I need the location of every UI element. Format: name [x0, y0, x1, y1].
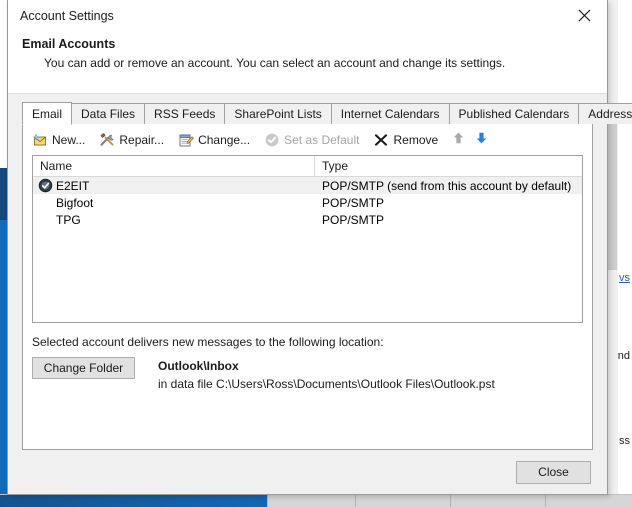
account-name-label: E2EIT — [56, 178, 90, 193]
account-name-cell: TPG — [33, 212, 315, 227]
account-type-cell: POP/SMTP — [322, 212, 385, 227]
arrow-down-icon — [475, 132, 488, 148]
account-name-cell: E2EIT — [33, 178, 315, 193]
taskbar-divider — [267, 495, 268, 507]
email-tab-panel: New... Repair... Change... Set as Defaul… — [22, 123, 593, 450]
dialog-titlebar[interactable]: Account Settings — [8, 0, 607, 31]
account-type-cell: POP/SMTP — [322, 195, 385, 210]
taskbar-active-item[interactable] — [0, 495, 268, 507]
move-down-button[interactable] — [475, 131, 488, 148]
new-mail-icon — [32, 132, 48, 148]
background-link-fragment[interactable]: vs — [619, 272, 630, 284]
header-title: Email Accounts — [22, 37, 116, 51]
taskbar-divider — [545, 495, 546, 507]
account-type-cell: POP/SMTP (send from this account by defa… — [322, 178, 572, 193]
check-circle-icon — [264, 132, 280, 148]
taskbar-divider — [450, 495, 451, 507]
repair-tools-icon — [99, 132, 115, 148]
dialog-body: Email Data Files RSS Feeds SharePoint Li… — [8, 94, 632, 494]
tab-published-calendars[interactable]: Published Calendars — [448, 103, 580, 124]
dialog-title: Account Settings — [20, 8, 114, 23]
close-window-button[interactable] — [562, 0, 607, 31]
accounts-listbox[interactable]: Name Type E2EIT POP/SMTP (send from this… — [32, 155, 583, 323]
column-header-name[interactable]: Name — [33, 156, 315, 176]
tab-data-files[interactable]: Data Files — [71, 103, 146, 124]
default-account-check-icon — [38, 178, 53, 193]
new-account-label: New... — [52, 132, 86, 147]
taskbar-divider — [355, 495, 356, 507]
account-settings-dialog: Account Settings Email Accounts You can … — [7, 0, 632, 495]
delivery-location-info: Outlook\Inbox in data file C:\Users\Ross… — [158, 357, 495, 391]
account-name-label: TPG — [56, 212, 81, 227]
remove-account-button[interactable]: Remove — [373, 132, 438, 148]
accounts-toolbar: New... Repair... Change... Set as Defaul… — [23, 124, 592, 155]
delivery-data-file: in data file C:\Users\Ross\Documents\Out… — [158, 377, 495, 391]
set-as-default-label: Set as Default — [284, 132, 360, 147]
tab-rss-feeds[interactable]: RSS Feeds — [144, 103, 226, 124]
tab-address-books[interactable]: Address Books — [578, 103, 632, 124]
close-x-icon — [578, 9, 591, 22]
account-name-cell: Bigfoot — [33, 195, 315, 210]
table-row[interactable]: TPG POP/SMTP — [33, 211, 582, 228]
change-folder-button[interactable]: Change Folder — [32, 357, 135, 379]
change-settings-icon — [178, 132, 194, 148]
remove-x-icon — [373, 132, 389, 148]
tabstrip: Email Data Files RSS Feeds SharePoint Li… — [22, 102, 632, 125]
delivery-location-section: Selected account delivers new messages t… — [23, 323, 592, 391]
dialog-footer: Close — [8, 450, 607, 494]
set-as-default-button[interactable]: Set as Default — [264, 132, 359, 148]
repair-account-label: Repair... — [119, 132, 165, 147]
arrow-up-icon — [452, 132, 465, 148]
dialog-header: Email Accounts You can add or remove an … — [8, 31, 607, 94]
tab-email[interactable]: Email — [22, 102, 73, 125]
tab-internet-calendars[interactable]: Internet Calendars — [330, 103, 450, 124]
header-description: You can add or remove an account. You ca… — [44, 56, 506, 70]
delivery-location-label: Selected account delivers new messages t… — [32, 335, 384, 349]
delivery-folder-path: Outlook\Inbox — [158, 359, 239, 373]
change-account-button[interactable]: Change... — [178, 132, 250, 148]
account-name-label: Bigfoot — [56, 195, 94, 210]
close-button[interactable]: Close — [516, 460, 591, 484]
accounts-list-header: Name Type — [33, 156, 582, 177]
tab-sharepoint-lists[interactable]: SharePoint Lists — [224, 103, 332, 124]
repair-account-button[interactable]: Repair... — [99, 132, 164, 148]
column-header-type[interactable]: Type — [315, 156, 582, 176]
table-row[interactable]: E2EIT POP/SMTP (send from this account b… — [33, 177, 582, 194]
move-up-button[interactable] — [452, 131, 465, 148]
change-account-label: Change... — [198, 132, 251, 147]
remove-account-label: Remove — [393, 132, 439, 147]
background-text-fragment-2: ss — [619, 435, 630, 447]
delivery-location-row: Change Folder Outlook\Inbox in data file… — [32, 357, 583, 391]
background-text-fragment: nd — [617, 350, 630, 362]
table-row[interactable]: Bigfoot POP/SMTP — [33, 194, 582, 211]
new-account-button[interactable]: New... — [32, 132, 85, 148]
